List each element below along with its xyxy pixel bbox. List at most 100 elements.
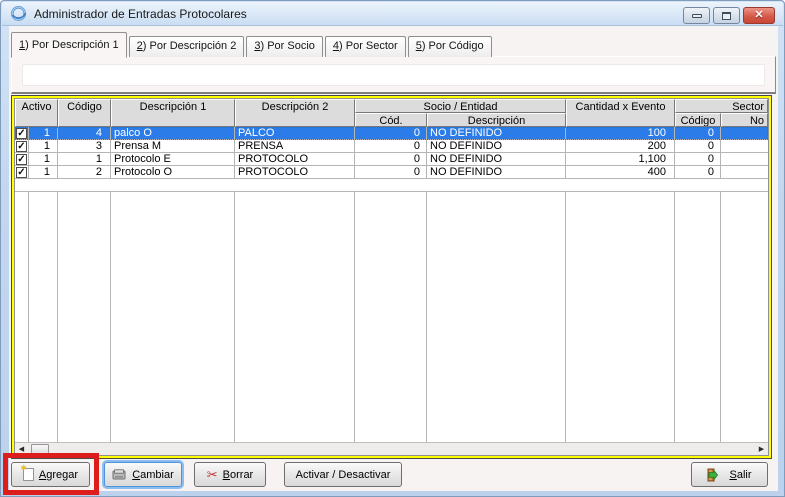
horizontal-scrollbar[interactable]: ◀ ▶ xyxy=(15,442,768,455)
cell-sector_cod: 0 xyxy=(675,127,721,139)
cell-socio_cod: 0 xyxy=(355,127,427,139)
cell-desc2: PROTOCOLO xyxy=(235,153,355,165)
header-socio-descripcion[interactable]: Descripción xyxy=(427,113,566,127)
cell-sector_no xyxy=(721,153,768,165)
header-codigo[interactable]: Código xyxy=(58,99,111,127)
cell-sector_cod: 0 xyxy=(675,166,721,178)
cell-desc2: PROTOCOLO xyxy=(235,166,355,178)
minimize-button[interactable] xyxy=(683,7,710,24)
header-sector-codigo[interactable]: Código xyxy=(675,113,721,127)
header-activo[interactable]: Activo xyxy=(15,99,58,127)
tab-por-descripcion-2[interactable]: 2) Por Descripción 2 xyxy=(129,36,245,57)
data-grid: Activo Código Descripción 1 Descripción … xyxy=(11,95,772,459)
tab-por-sector[interactable]: 4) Por Sector xyxy=(325,36,406,57)
cell-desc1: Prensa M xyxy=(111,140,235,152)
tab-por-socio[interactable]: 3) Por Socio xyxy=(246,36,323,57)
row-checkbox-cell: ✓ xyxy=(15,166,29,178)
agregar-button[interactable]: ✶ Agregar xyxy=(11,462,90,487)
cell-activo: 1 xyxy=(29,166,58,178)
active-checkbox[interactable]: ✓ xyxy=(16,154,27,165)
cell-activo: 1 xyxy=(29,127,58,139)
cell-cantidad: 1,100 xyxy=(566,153,675,165)
cell-sector_no xyxy=(721,127,768,139)
exit-door-icon xyxy=(707,468,724,482)
close-button[interactable]: ✕ xyxy=(743,7,775,24)
app-window: Administrador de Entradas Protocolares ✕… xyxy=(0,0,785,497)
close-icon: ✕ xyxy=(754,10,763,21)
cell-activo: 1 xyxy=(29,153,58,165)
cell-desc1: Protocolo E xyxy=(111,153,235,165)
cell-socio_desc: NO DEFINIDO xyxy=(427,140,566,152)
cell-cantidad: 400 xyxy=(566,166,675,178)
cell-codigo: 3 xyxy=(58,140,111,152)
table-row[interactable]: ✓11Protocolo EPROTOCOLO0NO DEFINIDO1,100… xyxy=(15,153,768,166)
cell-sector_cod: 0 xyxy=(675,140,721,152)
table-row[interactable]: ✓12Protocolo OPROTOCOLO0NO DEFINIDO4000 xyxy=(15,166,768,179)
cell-sector_no xyxy=(721,166,768,178)
app-icon xyxy=(10,5,27,22)
cell-desc2: PALCO xyxy=(235,127,355,139)
cell-desc1: Protocolo O xyxy=(111,166,235,178)
header-cantidad-x-evento[interactable]: Cantidad x Evento xyxy=(566,99,675,127)
grid-yellow-border: Activo Código Descripción 1 Descripción … xyxy=(12,96,771,458)
active-checkbox[interactable]: ✓ xyxy=(16,141,27,152)
grid-body: ✓14palco OPALCO0NO DEFINIDO1000✓13Prensa… xyxy=(15,127,768,455)
cell-socio_cod: 0 xyxy=(355,153,427,165)
borrar-button[interactable]: ✂ Borrar xyxy=(194,462,266,487)
cell-codigo: 1 xyxy=(58,153,111,165)
edit-device-icon xyxy=(112,469,127,481)
cell-activo: 1 xyxy=(29,140,58,152)
cell-socio_desc: NO DEFINIDO xyxy=(427,127,566,139)
grid-filler xyxy=(15,192,768,442)
tab-strip: 1) Por Descripción 1 2) Por Descripción … xyxy=(11,31,494,57)
cell-desc1: palco O xyxy=(111,127,235,139)
sparkle-icon: ✶ xyxy=(20,463,28,474)
cell-socio_cod: 0 xyxy=(355,166,427,178)
title-bar: Administrador de Entradas Protocolares ✕ xyxy=(2,2,783,26)
header-sector[interactable]: Sector xyxy=(675,99,768,113)
row-checkbox-cell: ✓ xyxy=(15,127,29,139)
header-socio-entidad[interactable]: Socio / Entidad xyxy=(355,99,566,113)
header-descripcion-2[interactable]: Descripción 2 xyxy=(235,99,355,127)
header-sector-nombre[interactable]: No xyxy=(721,113,768,127)
cell-socio_desc: NO DEFINIDO xyxy=(427,166,566,178)
row-checkbox-cell: ✓ xyxy=(15,140,29,152)
row-checkbox-cell: ✓ xyxy=(15,153,29,165)
activar-desactivar-button[interactable]: Activar / Desactivar xyxy=(284,462,402,487)
header-descripcion-1[interactable]: Descripción 1 xyxy=(111,99,235,127)
salir-button[interactable]: Salir xyxy=(691,462,768,487)
cell-socio_desc: NO DEFINIDO xyxy=(427,153,566,165)
scissors-icon: ✂ xyxy=(207,468,218,481)
cell-sector_no xyxy=(721,140,768,152)
window-title: Administrador de Entradas Protocolares xyxy=(34,7,247,21)
cell-socio_cod: 0 xyxy=(355,140,427,152)
active-checkbox[interactable]: ✓ xyxy=(16,167,27,178)
cell-codigo: 4 xyxy=(58,127,111,139)
grid-rows: ✓14palco OPALCO0NO DEFINIDO1000✓13Prensa… xyxy=(15,127,768,179)
empty-row xyxy=(15,179,768,192)
tab-por-codigo[interactable]: 5) Por Código xyxy=(408,36,492,57)
cell-desc2: PRENSA xyxy=(235,140,355,152)
header-socio-cod[interactable]: Cód. xyxy=(355,113,427,127)
maximize-button[interactable] xyxy=(713,7,740,24)
tab-por-descripcion-1[interactable]: 1) Por Descripción 1 xyxy=(11,32,127,58)
active-checkbox[interactable]: ✓ xyxy=(16,128,27,139)
client-area: 1) Por Descripción 1 2) Por Descripción … xyxy=(9,26,778,491)
maximize-icon xyxy=(722,12,731,20)
scroll-right-arrow-icon[interactable]: ▶ xyxy=(755,443,768,455)
header-group-sector: Sector Código No xyxy=(675,99,768,127)
cambiar-button[interactable]: Cambiar xyxy=(104,462,182,487)
cell-cantidad: 100 xyxy=(566,127,675,139)
locator-input[interactable] xyxy=(22,64,765,86)
scrollbar-thumb[interactable] xyxy=(31,444,49,455)
tab-page xyxy=(11,56,776,94)
scroll-left-arrow-icon[interactable]: ◀ xyxy=(15,443,28,455)
table-row[interactable]: ✓14palco OPALCO0NO DEFINIDO1000 xyxy=(15,127,768,140)
cell-cantidad: 200 xyxy=(566,140,675,152)
cell-sector_cod: 0 xyxy=(675,153,721,165)
cell-codigo: 2 xyxy=(58,166,111,178)
table-row[interactable]: ✓13Prensa MPRENSA0NO DEFINIDO2000 xyxy=(15,140,768,153)
grid-header: Activo Código Descripción 1 Descripción … xyxy=(15,99,768,127)
add-page-icon: ✶ xyxy=(23,468,34,481)
minimize-icon xyxy=(692,14,702,18)
